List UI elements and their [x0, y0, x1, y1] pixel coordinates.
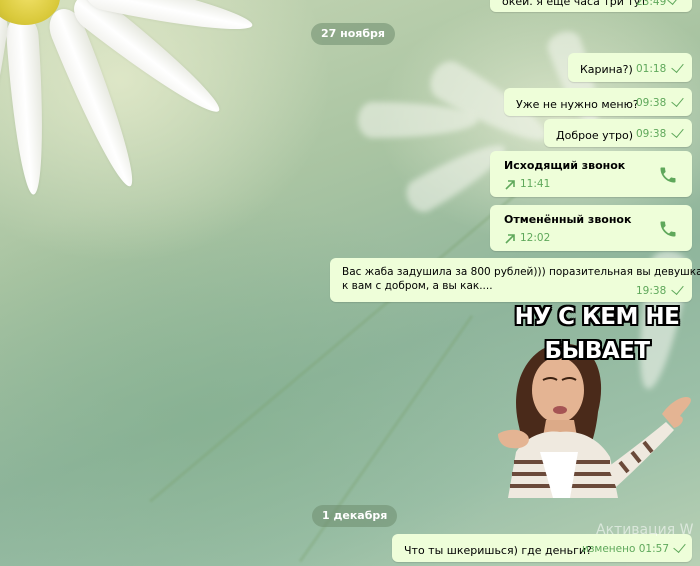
message-bubble[interactable]: Карина?) 01:18: [568, 53, 692, 82]
call-time: 12:02: [520, 232, 551, 244]
message-text: Карина?): [580, 63, 633, 76]
phone-icon[interactable]: [658, 219, 678, 239]
message-bubble[interactable]: окей. я еще часа три тут 23:49: [490, 0, 692, 12]
date-separator: 1 декабря: [312, 505, 398, 527]
chat-history: окей. я еще часа три тут 23:49 27 ноября…: [0, 0, 700, 566]
checkmark-icon: [671, 282, 684, 295]
call-arrow-icon: [505, 180, 515, 190]
message-text: Что ты шкеришься) где деньги?: [404, 544, 592, 557]
checkmark-icon: [673, 540, 686, 553]
phone-icon[interactable]: [658, 165, 678, 185]
message-bubble[interactable]: Доброе утро) 09:38: [544, 119, 692, 147]
message-text: Доброе утро): [556, 129, 634, 142]
date-separator: 27 ноября: [311, 23, 395, 45]
call-title: Исходящий звонок: [504, 159, 626, 172]
sticker-image: [498, 343, 691, 498]
call-time: 11:41: [520, 178, 551, 190]
checkmark-icon: [667, 0, 680, 5]
checkmark-icon: [671, 94, 684, 107]
message-bubble[interactable]: Вас жаба задушила за 800 рублей))) пораз…: [330, 258, 700, 302]
message-time: 09:38: [636, 97, 667, 109]
message-text: к вам с добром, а вы как....: [342, 280, 493, 292]
sticker-caption: БЫВАЕТ: [544, 338, 650, 364]
call-title: Отменённый звонок: [504, 213, 632, 226]
message-time: 19:38: [636, 285, 667, 297]
message-text: Вас жаба задушила за 800 рублей))) пораз…: [342, 266, 700, 278]
call-bubble[interactable]: Исходящий звонок 11:41: [490, 151, 692, 197]
message-time: 01:18: [636, 63, 667, 75]
message-time: 09:38: [636, 128, 667, 140]
message-time: 23:49: [636, 0, 667, 8]
activation-watermark: Активация W: [596, 522, 694, 538]
checkmark-icon: [671, 125, 684, 138]
message-bubble[interactable]: Уже не нужно меню? 09:38: [504, 88, 692, 116]
message-edited-time: изменено 01:57: [582, 543, 669, 555]
checkmark-icon: [671, 60, 684, 73]
call-arrow-icon: [505, 234, 515, 244]
message-text: окей. я еще часа три тут: [502, 0, 647, 8]
sticker[interactable]: НУ С КЕМ НЕ БЫВАЕТ: [498, 302, 696, 498]
message-text: Уже не нужно меню?: [516, 98, 639, 111]
message-bubble[interactable]: Что ты шкеришься) где деньги? изменено 0…: [392, 534, 692, 562]
sticker-caption: НУ С КЕМ НЕ: [514, 304, 680, 330]
call-bubble[interactable]: Отменённый звонок 12:02: [490, 205, 692, 251]
